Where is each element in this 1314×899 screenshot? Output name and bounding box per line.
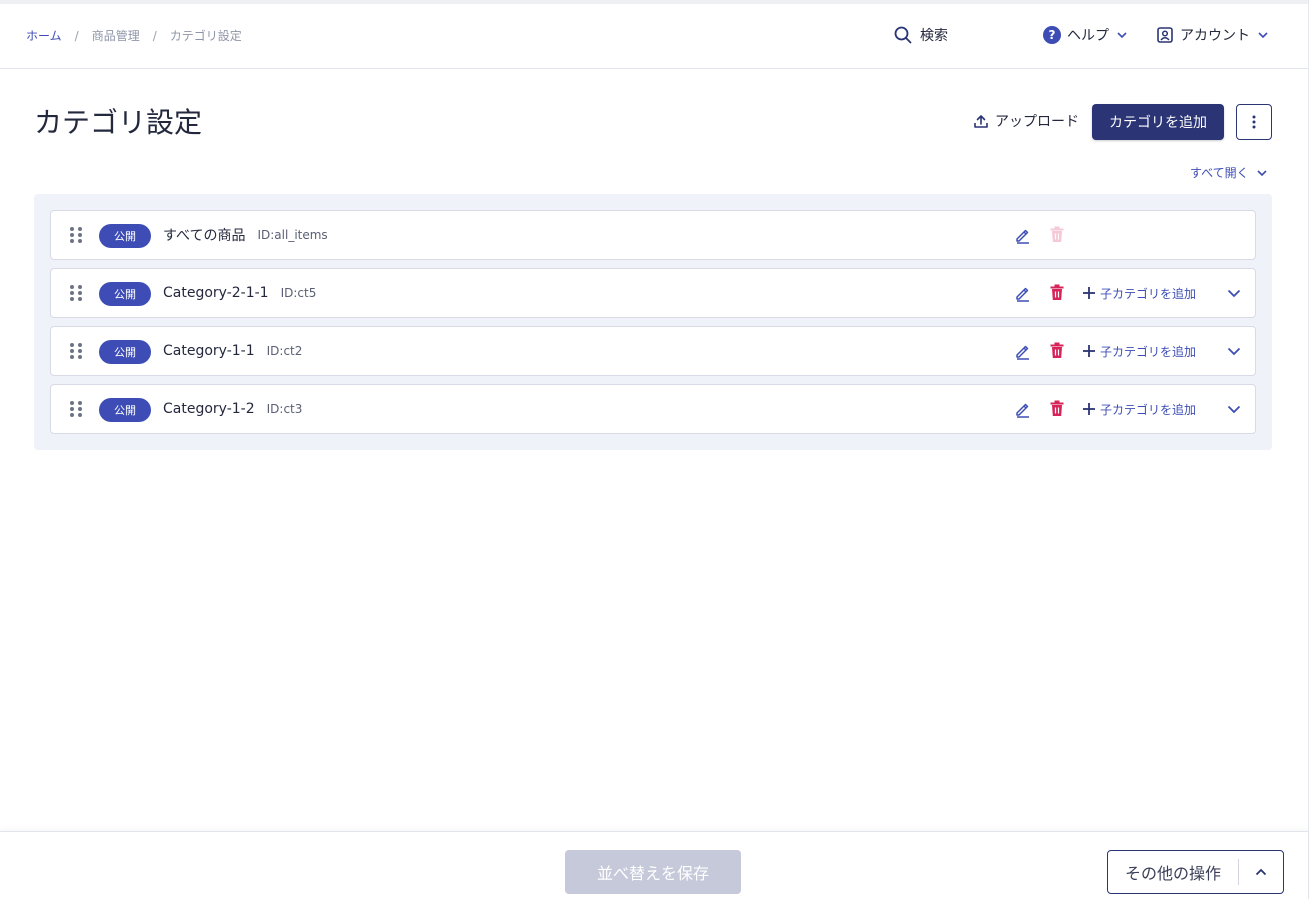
help-menu-button[interactable]: ? ヘルプ <box>1043 25 1129 45</box>
drag-handle-icon[interactable] <box>69 400 83 418</box>
upload-label: アップロード <box>995 114 1079 130</box>
add-category-button[interactable]: カテゴリを追加 <box>1092 104 1224 140</box>
footer-action-bar: 並べ替えを保存 その他の操作 <box>0 831 1308 899</box>
help-icon: ? <box>1043 26 1061 44</box>
category-info: Category-1-2 ID:ct3 <box>163 385 302 433</box>
expand-all-label: すべて開く <box>1190 166 1249 180</box>
category-row[interactable]: 公開 Category-1-2 ID:ct3 子カテゴリを追加 <box>50 384 1256 434</box>
account-label: アカウント <box>1180 28 1250 44</box>
other-actions-button[interactable]: その他の操作 <box>1107 850 1284 894</box>
status-badge: 公開 <box>99 340 151 364</box>
account-menu-button[interactable]: アカウント <box>1156 25 1270 45</box>
drag-handle-icon[interactable] <box>69 226 83 244</box>
save-order-button[interactable]: 並べ替えを保存 <box>565 850 741 894</box>
search-button[interactable]: 検索 <box>894 25 948 45</box>
page-title: カテゴリ設定 <box>34 106 203 139</box>
category-list: 公開 すべての商品 ID:all_items 公開 Category-2-1-1 <box>34 194 1272 450</box>
status-badge: 公開 <box>99 398 151 422</box>
breadcrumb-current: カテゴリ設定 <box>169 29 242 43</box>
add-child-category-button[interactable]: 子カテゴリを追加 <box>1082 327 1196 375</box>
edit-icon[interactable] <box>1014 226 1032 244</box>
trash-icon[interactable] <box>1048 399 1066 417</box>
plus-icon <box>1083 403 1095 415</box>
expand-all-button[interactable]: すべて開く <box>1190 164 1269 181</box>
edit-icon[interactable] <box>1014 342 1032 360</box>
add-child-label: 子カテゴリを追加 <box>1100 286 1197 301</box>
category-name: Category-2-1-1 <box>163 285 269 301</box>
top-header: ホーム / 商品管理 / カテゴリ設定 検索 ? ヘルプ アカウント <box>0 4 1308 69</box>
add-child-label: 子カテゴリを追加 <box>1100 344 1197 359</box>
category-info: Category-2-1-1 ID:ct5 <box>163 269 316 317</box>
trash-icon[interactable] <box>1048 283 1066 301</box>
category-name: Category-1-2 <box>163 401 255 417</box>
search-icon <box>894 26 912 44</box>
chevron-down-icon[interactable] <box>1225 284 1243 302</box>
category-name: すべての商品 <box>163 228 246 244</box>
category-id: ID:ct2 <box>266 344 303 358</box>
breadcrumb-home[interactable]: ホーム <box>26 27 62 44</box>
breadcrumb-products[interactable]: 商品管理 <box>92 27 140 44</box>
category-row[interactable]: 公開 Category-2-1-1 ID:ct5 子カテゴリを追加 <box>50 268 1256 318</box>
upload-button[interactable]: アップロード <box>973 111 1079 131</box>
account-icon <box>1157 27 1173 43</box>
breadcrumb: ホーム / 商品管理 / カテゴリ設定 <box>26 27 242 44</box>
chevron-down-icon <box>1257 169 1267 176</box>
other-actions-label: その他の操作 <box>1124 864 1221 883</box>
trash-icon[interactable] <box>1048 341 1066 359</box>
category-row[interactable]: 公開 Category-1-1 ID:ct2 子カテゴリを追加 <box>50 326 1256 376</box>
add-child-category-button[interactable]: 子カテゴリを追加 <box>1082 269 1196 317</box>
page-scrollbar[interactable] <box>1308 0 1314 899</box>
trash-icon <box>1050 226 1064 242</box>
drag-handle-icon[interactable] <box>69 342 83 360</box>
help-label: ヘルプ <box>1067 28 1109 44</box>
category-id: ID:all_items <box>257 228 328 242</box>
add-child-category-button[interactable]: 子カテゴリを追加 <box>1082 385 1196 433</box>
plus-icon <box>1083 287 1095 299</box>
drag-handle-icon[interactable] <box>69 284 83 302</box>
chevron-down-icon[interactable] <box>1225 400 1243 418</box>
chevron-down-icon <box>1258 32 1268 39</box>
category-info: すべての商品 ID:all_items <box>163 211 328 259</box>
status-badge: 公開 <box>99 224 151 248</box>
more-actions-button[interactable] <box>1236 104 1272 140</box>
edit-icon[interactable] <box>1014 400 1032 418</box>
edit-icon[interactable] <box>1014 284 1032 302</box>
chevron-down-icon[interactable] <box>1225 342 1243 360</box>
plus-icon <box>1083 345 1095 357</box>
breadcrumb-separator: / <box>152 28 157 43</box>
category-id: ID:ct3 <box>266 402 303 416</box>
chevron-up-icon <box>1239 865 1283 879</box>
more-vertical-icon <box>1252 115 1256 129</box>
category-id: ID:ct5 <box>280 286 317 300</box>
chevron-down-icon <box>1117 32 1127 39</box>
category-name: Category-1-1 <box>163 343 255 359</box>
add-child-label: 子カテゴリを追加 <box>1100 402 1197 417</box>
breadcrumb-separator: / <box>74 28 79 43</box>
search-label: 検索 <box>920 28 948 44</box>
category-row[interactable]: 公開 すべての商品 ID:all_items <box>50 210 1256 260</box>
status-badge: 公開 <box>99 282 151 306</box>
upload-icon <box>974 115 988 128</box>
category-info: Category-1-1 ID:ct2 <box>163 327 302 375</box>
